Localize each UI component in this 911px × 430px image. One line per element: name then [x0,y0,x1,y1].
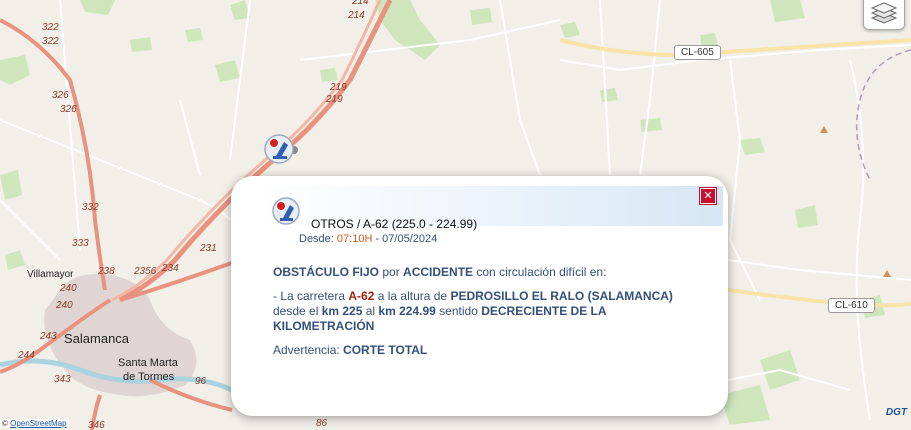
place-villamayor: Villamayor [27,269,74,280]
road-number-240a: 240 [55,300,73,311]
to-connector: al [362,304,379,318]
road-number-333: 333 [72,238,89,249]
road-number-219b: 219 [325,94,343,105]
place-santa-marta: Santa Marta [118,357,179,369]
road-number-86: 86 [316,418,328,429]
warning-label: Advertencia: [273,343,344,357]
dgt-logo-text: DGT [885,407,907,418]
incident-popup: ✕ OTROS / A-62 (225.0 - 224.99) Desde: 0… [231,176,728,416]
obstacle-type: OBSTÁCULO FIJO [273,265,380,279]
date-prefix: Desde: [299,233,337,245]
location-place: PEDROSILLO EL RALO (SALAMANCA) [450,289,673,303]
road-number-240b: 240 [59,283,77,294]
road-number-231: 231 [199,243,217,254]
road-number-2356: 2356 [133,266,157,277]
dgt-logo: DGT [886,407,907,418]
road-number-322a: 322 [42,22,59,33]
layers-icon [870,2,898,24]
incident-description: OBSTÁCULO FIJO por ACCIDENTE con circula… [273,265,693,367]
cause-type: ACCIDENTE [403,265,474,279]
road-number-343: 343 [54,374,71,385]
summary-suffix: con circulación difícil en: [473,265,607,279]
place-de-tormes: de Tormes [123,371,175,383]
road-number-244: 244 [17,350,35,361]
incident-summary: OBSTÁCULO FIJO por ACCIDENTE con circula… [273,265,693,280]
osm-link[interactable]: OpenStreetMap [10,419,66,428]
incident-marker-icon [264,134,298,164]
road-number-326b: 326 [60,104,77,115]
layers-button[interactable] [863,0,905,30]
road-number-238: 238 [97,266,115,277]
road-number-219a: 219 [329,82,347,93]
road-number-214a: 214 [351,0,369,7]
km-end: km 224.99 [378,304,436,318]
from-connector: desde el [273,304,322,318]
incident-marker[interactable] [264,132,298,166]
location-prefix: - La carretera [273,289,349,303]
road-shield-cl605: CL-605 [674,45,721,60]
incident-warning: Advertencia: CORTE TOTAL [273,343,693,358]
map-attribution: © OpenStreetMap [0,419,69,428]
road-number-332: 332 [82,202,99,213]
road-number-243: 243 [39,331,57,342]
road-number-234: 234 [161,263,179,274]
direction-connector: sentido [435,304,482,318]
warning-value: CORTE TOTAL [343,343,428,357]
incident-date-line: Desde: 07:10H - 07/05/2024 [299,233,437,245]
road-number-346: 346 [88,420,105,430]
incident-title: OTROS / A-62 (225.0 - 224.99) [311,217,478,231]
place-salamanca: Salamanca [64,331,130,346]
road-number-96: 96 [195,376,207,387]
road-id: A-62 [348,289,375,303]
road-number-326a: 326 [52,90,69,101]
incident-location: - La carretera A-62 a la altura de PEDRO… [273,289,693,334]
incident-date: - 07/05/2024 [372,233,438,245]
km-start: km 225 [321,304,363,318]
close-button[interactable]: ✕ [700,188,716,204]
attribution-prefix: © [2,419,11,428]
road-number-214b: 214 [347,10,365,21]
incident-time: 07:10H [336,233,373,245]
incident-type-icon [271,196,301,226]
road-number-322b: 322 [42,36,59,47]
location-connector: a la altura de [374,289,451,303]
summary-connector: por [379,265,404,279]
road-shield-cl610: CL-610 [828,298,875,313]
